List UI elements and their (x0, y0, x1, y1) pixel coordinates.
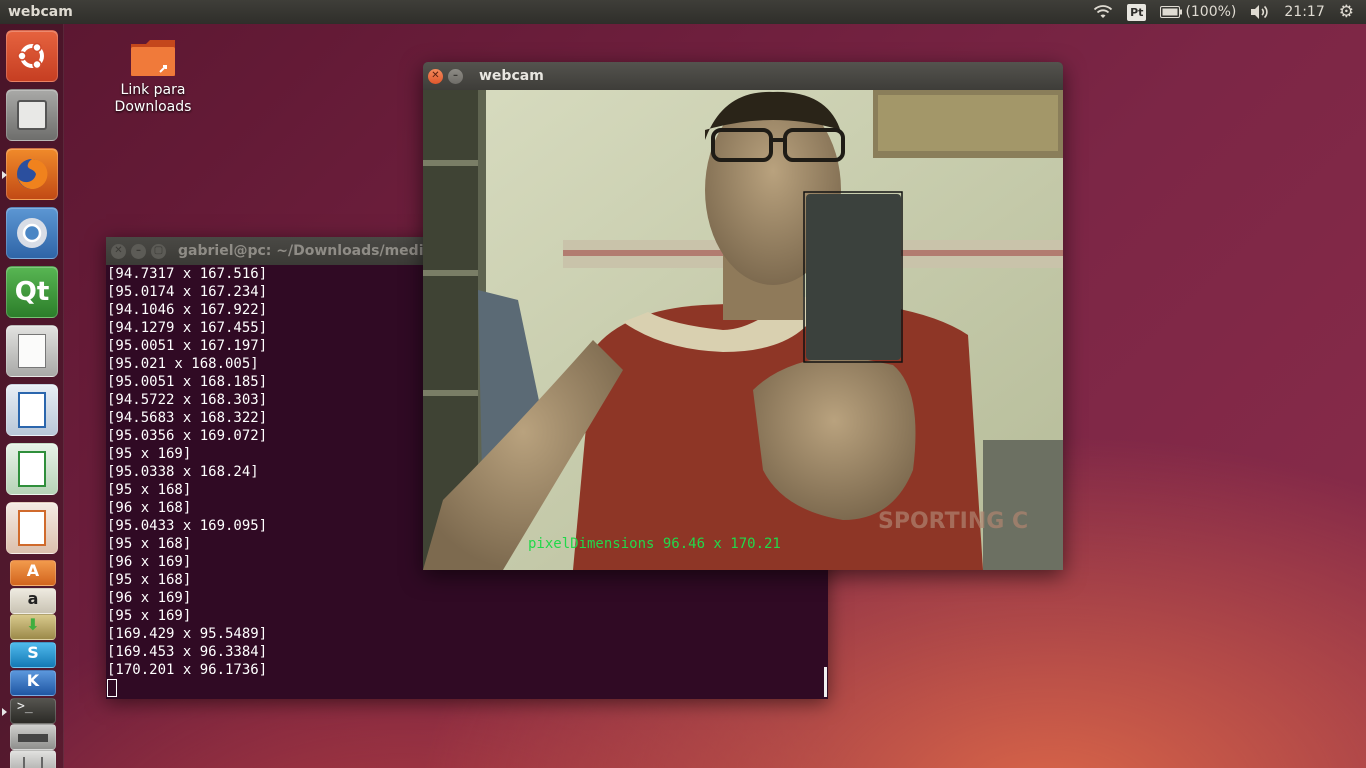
webcam-image: SPORTING C pixelDimensions 96.46 x 170.2… (423, 90, 1063, 570)
launcher-software-updater[interactable]: ⬇ (10, 614, 56, 640)
calc-icon (18, 451, 46, 487)
clock[interactable]: 21:17 (1284, 4, 1324, 20)
launcher-trash[interactable] (10, 750, 56, 768)
terminal-maximize-button[interactable]: ▢ (151, 243, 166, 259)
terminal-scrollbar[interactable] (824, 667, 827, 697)
launcher-amazon[interactable]: a (10, 588, 56, 614)
terminal-title: gabriel@pc: ~/Downloads/medir_d (178, 243, 448, 259)
settings-gear-icon: ⚙ (1338, 2, 1354, 22)
launcher-chromium[interactable] (6, 207, 58, 259)
launcher-firefox[interactable] (2, 148, 58, 200)
terminal-output-line: [96 x 169] (107, 590, 192, 606)
launcher-text-editor[interactable] (6, 325, 58, 377)
terminal-output-line: [169.453 x 96.3384] (107, 644, 268, 660)
terminal-icon: >_ (17, 699, 33, 714)
launcher-software-center[interactable]: A (10, 560, 56, 586)
terminal-output-line: [170.201 x 96.1736] (107, 662, 268, 678)
text-editor-icon (18, 334, 46, 368)
launcher-kde-app[interactable]: K (10, 670, 56, 696)
webcam-titlebar[interactable]: ✕ – webcam (423, 62, 1063, 90)
desktop-downloads-label: Link para Downloads (114, 82, 192, 115)
qt-icon: Qt (14, 277, 50, 307)
terminal-output-line: [95 x 169] (107, 608, 192, 624)
battery-indicator[interactable]: (100%) (1160, 4, 1236, 20)
system-menu[interactable]: ⚙ (1339, 2, 1354, 22)
webcam-minimize-button[interactable]: – (448, 68, 463, 84)
launcher-qt-creator[interactable]: Qt (6, 266, 58, 318)
impress-icon (18, 510, 46, 546)
terminal-output-line: [169.429 x 95.5489] (107, 626, 268, 642)
top-panel: webcam Pt (100%) 21:17 ⚙ (0, 0, 1366, 24)
k-icon: K (26, 671, 40, 690)
svg-text:SPORTING C: SPORTING C (878, 509, 1028, 534)
launcher: Qt A a ⬇ S K >_ (0, 24, 64, 768)
desktop-downloads-link[interactable]: Link para Downloads (108, 38, 198, 116)
launcher-scanner[interactable] (10, 724, 56, 750)
terminal-close-button[interactable]: ✕ (111, 243, 126, 259)
webcam-frame: SPORTING C pixelDimensions 96.46 x 170.2… (423, 90, 1063, 570)
wifi-icon (1093, 5, 1113, 18)
skype-icon: S (27, 643, 39, 662)
firefox-icon (17, 158, 48, 189)
terminal-minimize-button[interactable]: – (131, 243, 146, 259)
folder-link-icon (130, 38, 176, 78)
keyboard-indicator[interactable]: Pt (1127, 3, 1147, 21)
keyboard-icon: Pt (1127, 3, 1147, 21)
battery-icon (1160, 6, 1183, 18)
terminal-output-line: [95 x 168] (107, 572, 192, 588)
terminal-cursor (107, 679, 117, 697)
software-center-icon: A (26, 561, 40, 580)
webcam-title: webcam (479, 68, 544, 84)
launcher-files[interactable] (6, 89, 58, 141)
volume-indicator[interactable] (1250, 4, 1270, 20)
webcam-window[interactable]: ✕ – webcam SPORTING C pixelDimensions 96… (423, 62, 1063, 570)
volume-icon (1251, 5, 1269, 19)
wifi-indicator[interactable] (1093, 4, 1113, 20)
webcam-close-button[interactable]: ✕ (428, 68, 443, 84)
battery-percent: (100%) (1185, 4, 1237, 20)
scanner-icon (18, 734, 48, 742)
amazon-icon: a (27, 589, 39, 608)
chromium-icon (17, 218, 47, 248)
file-cabinet-icon (17, 100, 47, 130)
pixel-dimensions-overlay: pixelDimensions 96.46 x 170.21 (528, 536, 781, 552)
launcher-ubuntu-dash[interactable] (6, 30, 58, 82)
launcher-libreoffice-writer[interactable] (6, 384, 58, 436)
active-app-title: webcam (8, 4, 73, 20)
writer-icon (18, 392, 46, 428)
trash-icon (23, 757, 43, 768)
ubuntu-logo-icon (17, 42, 44, 70)
launcher-terminal[interactable]: >_ (2, 698, 56, 724)
launcher-libreoffice-impress[interactable] (6, 502, 58, 554)
launcher-skype[interactable]: S (10, 642, 56, 668)
launcher-libreoffice-calc[interactable] (6, 443, 58, 495)
updater-icon: ⬇ (26, 615, 40, 634)
